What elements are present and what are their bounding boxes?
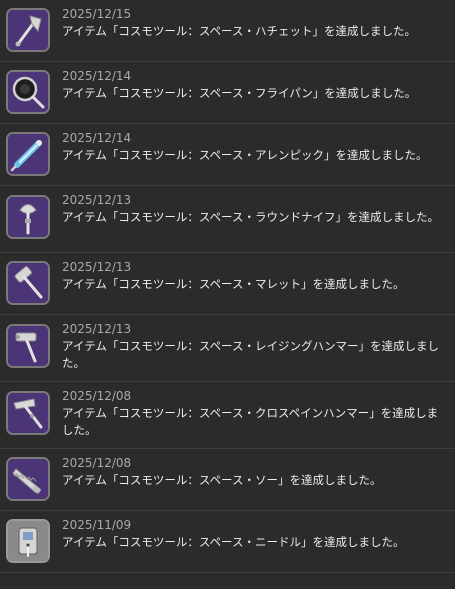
achievement-date: 2025/12/13 (62, 260, 132, 274)
achievement-date: 2025/12/13 (62, 322, 132, 336)
achievement-entry[interactable]: 2025/12/15 アイテム「コスモツール：スペース・ハチェット」を達成しまし… (0, 0, 455, 62)
achievement-feed: 2025/12/15 アイテム「コスモツール：スペース・ハチェット」を達成しまし… (0, 0, 455, 589)
achievement-message: アイテム「コスモツール：スペース・フライパン」を達成しました。 (62, 86, 417, 100)
achievement-entry[interactable]: 2025/12/08 アイテム「コスモツール：スペース・ソー」を達成しました。 (0, 449, 455, 511)
achievement-message: アイテム「コスモツール：スペース・ソー」を達成しました。 (62, 473, 382, 487)
cross-pein-hammer-icon (6, 391, 50, 435)
achievement-message: アイテム「コスモツール：スペース・クロスペインハンマー」を達成しました。 (62, 406, 439, 437)
raising-hammer-icon (6, 324, 50, 368)
achievement-date: 2025/12/15 (62, 7, 132, 21)
achievement-date: 2025/12/13 (62, 193, 132, 207)
achievement-entry[interactable]: 2025/12/13 アイテム「コスモツール：スペース・ラウンドナイフ」を達成し… (0, 186, 455, 253)
saw-icon (6, 457, 50, 501)
achievement-message: アイテム「コスモツール：スペース・ハチェット」を達成しました。 (62, 24, 416, 38)
needle-icon (6, 519, 50, 563)
achievement-message: アイテム「コスモツール：スペース・アレンピック」を達成しました。 (62, 148, 428, 162)
achievement-entry[interactable]: 2025/12/08 アイテム「コスモツール：スペース・クロスペインハンマー」を… (0, 382, 455, 449)
achievement-date: 2025/12/08 (62, 456, 132, 470)
achievement-date: 2025/12/14 (62, 131, 132, 145)
achievement-message: アイテム「コスモツール：スペース・レイジングハンマー」を達成しました。 (62, 339, 439, 370)
achievement-entry[interactable]: 2025/12/13 アイテム「コスモツール：スペース・レイジングハンマー」を達… (0, 315, 455, 382)
hatchet-icon (6, 8, 50, 52)
achievement-date: 2025/11/09 (62, 518, 132, 532)
frying-pan-icon (6, 70, 50, 114)
allen-pick-icon (6, 132, 50, 176)
achievement-message: アイテム「コスモツール：スペース・マレット」を達成しました。 (62, 277, 405, 291)
achievement-date: 2025/12/14 (62, 69, 132, 83)
achievement-message: アイテム「コスモツール：スペース・ニードル」を達成しました。 (62, 535, 405, 549)
achievement-entry[interactable]: 2025/12/13 アイテム「コスモツール：スペース・マレット」を達成しました… (0, 253, 455, 315)
achievement-entry[interactable]: 2025/11/09 アイテム「コスモツール：スペース・ニードル」を達成しました… (0, 511, 455, 573)
achievement-date: 2025/12/08 (62, 389, 132, 403)
achievement-entry[interactable]: 2025/12/14 アイテム「コスモツール：スペース・フライパン」を達成しまし… (0, 62, 455, 124)
mallet-icon (6, 261, 50, 305)
round-knife-icon (6, 195, 50, 239)
achievement-message: アイテム「コスモツール：スペース・ラウンドナイフ」を達成しました。 (62, 210, 439, 224)
achievement-entry[interactable]: 2025/12/14 アイテム「コスモツール：スペース・アレンピック」を達成しま… (0, 124, 455, 186)
